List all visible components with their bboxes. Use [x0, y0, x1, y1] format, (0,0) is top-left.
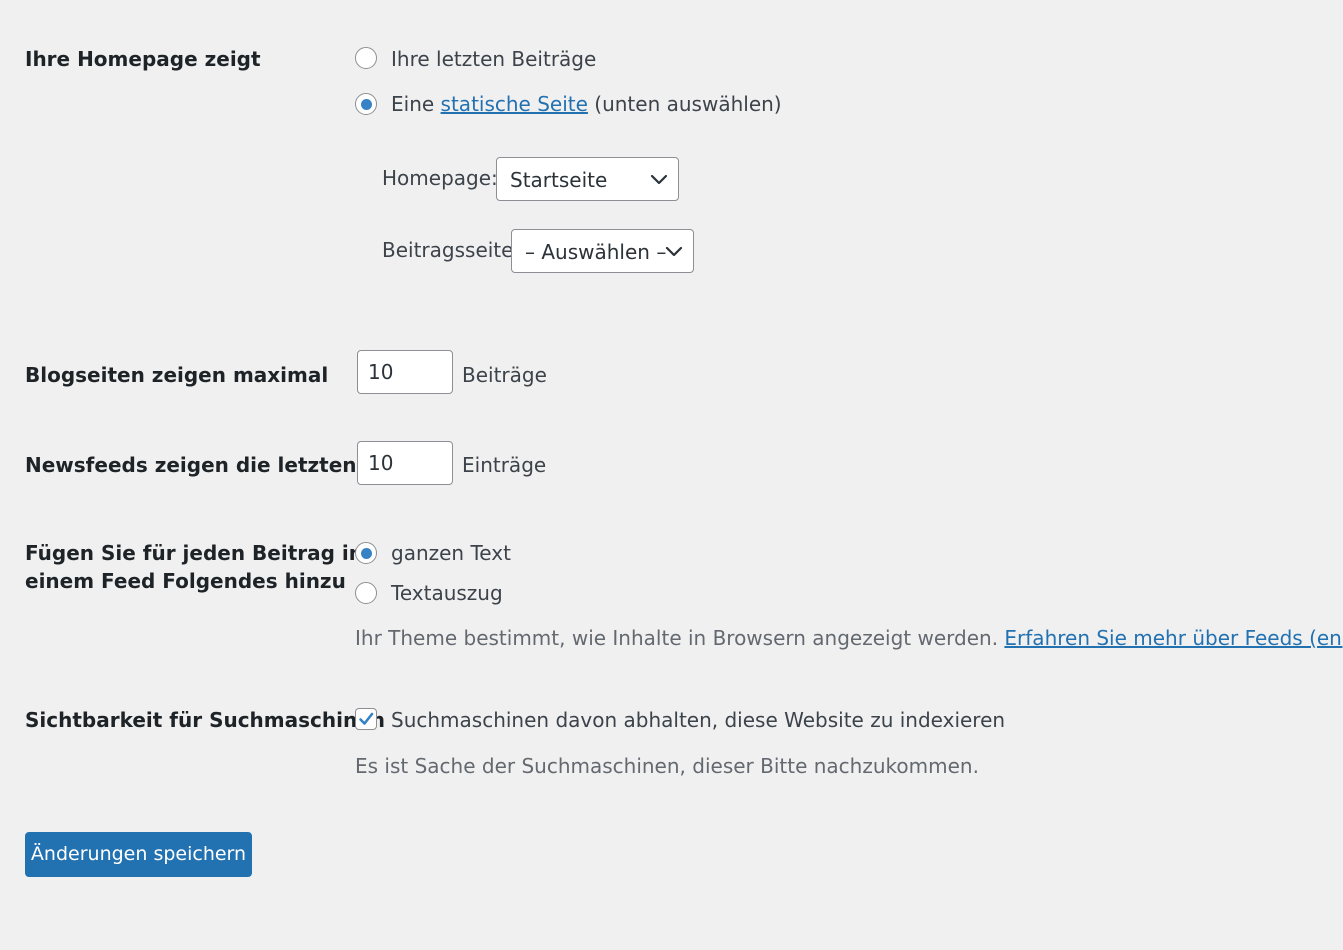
static-page-suffix: (unten auswählen) [594, 92, 782, 116]
static-page-prefix: Eine [391, 92, 435, 116]
newsfeeds-label: Newsfeeds zeigen die letzten [25, 453, 357, 477]
checkmark-icon [359, 712, 374, 725]
discourage-search-checkbox[interactable] [355, 708, 377, 730]
feed-description-text: Ihr Theme bestimmt, wie Inhalte in Brows… [355, 626, 999, 650]
posts-page-select[interactable]: – Auswählen – [511, 229, 694, 273]
save-changes-button[interactable]: Änderungen speichern [25, 832, 252, 877]
search-visibility-description: Es ist Sache der Suchmaschinen, dieser B… [355, 754, 979, 778]
radio-excerpt[interactable] [355, 582, 377, 604]
newsfeeds-unit: Einträge [462, 453, 547, 477]
discourage-search-label[interactable]: Suchmaschinen davon abhalten, diese Webs… [391, 706, 1005, 734]
feed-content-label-line2: einem Feed Folgendes hinzu [25, 569, 346, 593]
newsfeeds-input[interactable] [357, 441, 453, 485]
blog-pages-input[interactable] [357, 350, 453, 394]
feeds-learn-more-link[interactable]: Erfahren Sie mehr über Feeds (engl.) [1004, 626, 1343, 650]
homepage-select-value: Startseite [510, 168, 608, 192]
posts-page-select-value: – Auswählen – [525, 240, 667, 264]
radio-latest-posts[interactable] [355, 47, 377, 69]
feed-description: Ihr Theme bestimmt, wie Inhalte in Brows… [355, 624, 1343, 652]
radio-static-page-label[interactable]: Eine statische Seite (unten auswählen) [391, 90, 782, 118]
search-visibility-label: Sichtbarkeit für Suchmaschinen [25, 708, 386, 732]
homepage-select[interactable]: Startseite [496, 157, 679, 201]
radio-full-text-label[interactable]: ganzen Text [391, 539, 511, 567]
radio-latest-posts-label[interactable]: Ihre letzten Beiträge [391, 45, 596, 73]
feed-content-label-line1: Fügen Sie für jeden Beitrag in [25, 541, 363, 565]
radio-static-page[interactable] [355, 93, 377, 115]
blog-pages-label: Blogseiten zeigen maximal [25, 363, 329, 387]
homepage-select-label: Homepage: [382, 166, 498, 190]
static-page-link[interactable]: statische Seite [441, 92, 588, 116]
chevron-down-icon [665, 246, 683, 257]
blog-pages-unit: Beiträge [462, 363, 547, 387]
posts-page-select-label: Beitragsseite: [382, 238, 521, 262]
radio-excerpt-label[interactable]: Textauszug [391, 579, 503, 607]
chevron-down-icon [650, 174, 668, 185]
radio-full-text[interactable] [355, 542, 377, 564]
homepage-shows-label: Ihre Homepage zeigt [25, 47, 261, 71]
